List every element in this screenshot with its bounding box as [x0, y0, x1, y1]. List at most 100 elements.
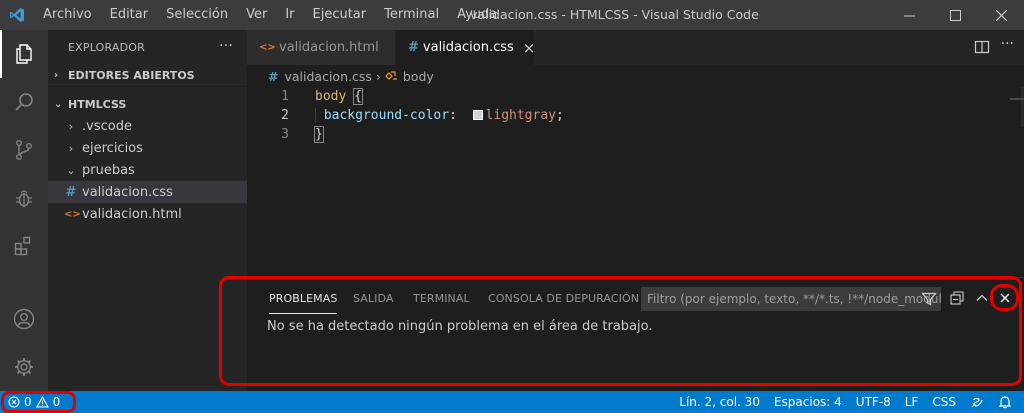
menu-archivo[interactable]: Archivo: [34, 0, 101, 30]
close-window-button[interactable]: [978, 0, 1024, 30]
chevron-up-icon: [976, 294, 988, 301]
close-panel-button[interactable]: [994, 287, 1016, 309]
tree-item-pruebas[interactable]: ⌄ pruebas: [48, 159, 247, 181]
close-icon: [995, 9, 1007, 21]
tab-terminal[interactable]: TERMINAL: [413, 292, 470, 314]
encoding-status[interactable]: UTF-8: [856, 395, 891, 409]
tree-item-label: .vscode: [82, 118, 132, 134]
manage-activity-button[interactable]: [0, 343, 48, 391]
line-number: 2: [281, 108, 289, 123]
minimap[interactable]: [1010, 98, 1024, 100]
code-line-3: }: [314, 125, 324, 144]
extensions-icon: [14, 236, 31, 256]
maximize-button[interactable]: [932, 0, 978, 30]
tree-item-vscode[interactable]: › .vscode: [48, 115, 247, 137]
error-icon: [8, 396, 20, 408]
css-value: lightgray: [485, 108, 556, 123]
html-file-icon: <>: [64, 208, 81, 220]
filter-icon[interactable]: [921, 291, 937, 307]
search-activity-button[interactable]: [0, 78, 48, 126]
vscode-window: Archivo Editar Selección Ver Ir Ejecutar…: [0, 0, 1024, 413]
explorer-activity-button[interactable]: [0, 30, 48, 78]
warning-icon: [35, 396, 49, 408]
minimize-button[interactable]: [886, 0, 932, 30]
tree-item-label: pruebas: [82, 162, 135, 178]
problems-status[interactable]: 0 0: [8, 391, 60, 413]
tab-validacion-css[interactable]: # validacion.css ×: [396, 30, 536, 65]
menu-ejecutar[interactable]: Ejecutar: [304, 0, 376, 30]
account-icon: [13, 308, 35, 330]
tree-item-label: ejercicios: [82, 140, 143, 156]
breadcrumb-separator-icon: ›: [375, 68, 381, 84]
breadcrumb-file[interactable]: validacion.css: [284, 69, 371, 84]
folder-section[interactable]: ⌄ HTMLCSS: [48, 93, 247, 115]
eol-status[interactable]: LF: [905, 395, 919, 409]
tab-label: validacion.css: [422, 40, 514, 55]
feedback-icon: [971, 397, 983, 407]
tab-problemas[interactable]: PROBLEMAS: [269, 292, 338, 314]
cursor-position[interactable]: Lín. 2, col. 30: [679, 395, 760, 409]
sidebar-title: EXPLORADOR: [68, 41, 146, 54]
split-editor-button[interactable]: [974, 39, 990, 55]
more-actions-icon[interactable]: ···: [1001, 36, 1014, 52]
indentation-status[interactable]: Espacios: 4: [774, 395, 842, 409]
problems-panel: PROBLEMAS SALIDA TERMINAL CONSOLA DE DEP…: [247, 277, 1024, 391]
open-editors-label: EDITORES ABIERTOS: [68, 69, 195, 82]
files-icon: [16, 44, 32, 64]
colon: :: [449, 108, 457, 123]
tab-salida[interactable]: SALIDA: [353, 292, 394, 314]
tab-label: validacion.html: [279, 40, 379, 55]
folder-label: HTMLCSS: [68, 97, 127, 111]
tree-item-ejercicios[interactable]: › ejercicios: [48, 137, 247, 159]
menu-terminal[interactable]: Terminal: [375, 0, 448, 30]
tab-validacion-html[interactable]: <> validacion.html: [247, 30, 395, 65]
filter-placeholder: Filtro (por ejemplo, texto, **/*.ts, !**…: [647, 292, 941, 306]
chevron-down-icon: ⌄: [54, 98, 63, 110]
open-editors-section[interactable]: › EDITORES ABIERTOS: [48, 65, 247, 87]
code-editor[interactable]: 1 2 3 body { background-color: lightgray…: [247, 87, 1024, 277]
menu-ver[interactable]: Ver: [237, 0, 276, 30]
menu-seleccion[interactable]: Selección: [157, 0, 237, 30]
language-status[interactable]: CSS: [932, 395, 956, 409]
problems-filter-input[interactable]: Filtro (por ejemplo, texto, **/*.ts, !**…: [641, 287, 941, 311]
tree-item-validacion-html[interactable]: <> validacion.html: [48, 203, 247, 225]
run-debug-activity-button[interactable]: [0, 174, 48, 222]
problems-empty-message: No se ha detectado ningún problema en el…: [267, 319, 653, 334]
source-control-activity-button[interactable]: [0, 126, 48, 174]
color-swatch[interactable]: [472, 110, 483, 120]
css-file-icon: #: [408, 40, 419, 55]
breadcrumb-symbol[interactable]: body: [403, 69, 434, 84]
gear-icon: [15, 358, 33, 376]
open-brace: {: [353, 88, 363, 105]
status-bar: 0 0 Lín. 2, col. 30 Espacios: 4 UTF-8 LF…: [0, 391, 1024, 413]
bell-icon: [998, 395, 1012, 408]
css-file-icon: #: [268, 68, 279, 84]
maximize-icon: [949, 9, 961, 21]
explorer-sidebar: EXPLORADOR ··· › EDITORES ABIERTOS ⌄ HTM…: [48, 30, 247, 391]
collapse-all-button[interactable]: [946, 287, 968, 309]
maximize-panel-button[interactable]: [971, 287, 993, 309]
tree-item-validacion-css[interactable]: # validacion.css: [48, 181, 247, 203]
debug-icon: [16, 190, 32, 207]
menu-ir[interactable]: Ir: [276, 0, 303, 30]
tab-consola-depuracion[interactable]: CONSOLA DE DEPURACIÓN: [488, 292, 639, 314]
feedback-button[interactable]: [970, 395, 984, 410]
chevron-right-icon: ›: [68, 119, 74, 133]
source-control-icon: [15, 140, 32, 161]
line-number: 3: [281, 127, 289, 142]
error-count: 0: [24, 395, 32, 409]
extensions-activity-button[interactable]: [0, 222, 48, 270]
title-bar: Archivo Editar Selección Ver Ir Ejecutar…: [0, 0, 1024, 30]
tree-item-label: validacion.html: [82, 206, 182, 222]
menu-editar[interactable]: Editar: [101, 0, 158, 30]
accounts-activity-button[interactable]: [0, 295, 48, 343]
chevron-down-icon: ⌄: [66, 163, 76, 177]
minimize-icon: [903, 15, 915, 16]
window-title: validacion.css - HTMLCSS - Visual Studio…: [470, 7, 759, 22]
semicolon: ;: [556, 108, 564, 123]
close-tab-icon[interactable]: ×: [523, 39, 536, 57]
notifications-button[interactable]: [998, 395, 1012, 410]
activity-bar: [0, 30, 48, 391]
code-line-2: background-color: lightgray;: [315, 106, 564, 125]
more-actions-icon[interactable]: ···: [219, 38, 233, 54]
